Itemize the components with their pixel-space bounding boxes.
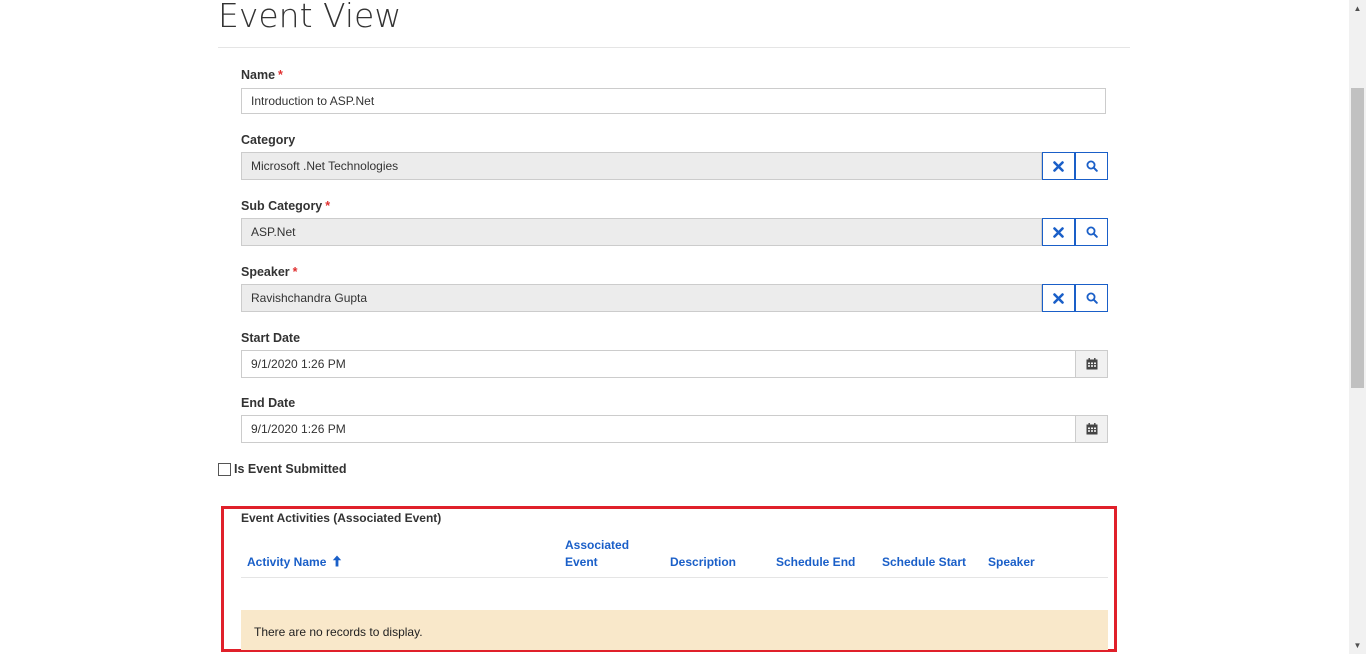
name-input[interactable]: Introduction to ASP.Net — [241, 88, 1106, 114]
speaker-label-text: Speaker — [241, 265, 290, 279]
speaker-clear-button[interactable] — [1042, 284, 1075, 312]
sub-category-label: Sub Category * — [241, 199, 330, 213]
end-date-input[interactable]: 9/1/2020 1:26 PM — [241, 415, 1076, 443]
is-event-submitted-checkbox[interactable] — [218, 462, 231, 476]
sub-category-search-button[interactable] — [1075, 218, 1108, 246]
page-title: Event View — [218, 0, 402, 35]
speaker-value: Ravishchandra Gupta — [251, 291, 368, 305]
is-event-submitted-label: Is Event Submitted — [234, 462, 347, 476]
required-mark: * — [292, 265, 298, 279]
is-event-submitted-row: Is Event Submitted — [218, 461, 347, 477]
start-date-calendar-button[interactable] — [1075, 350, 1108, 378]
name-label: Name * — [241, 68, 283, 82]
end-date-value: 9/1/2020 1:26 PM — [251, 422, 346, 436]
start-date-label-text: Start Date — [241, 331, 301, 345]
category-lookup-input[interactable]: Microsoft .Net Technologies — [241, 152, 1042, 180]
sub-category-label-text: Sub Category — [241, 199, 323, 213]
category-clear-button[interactable] — [1042, 152, 1075, 180]
close-icon — [1053, 160, 1064, 172]
no-records-message: There are no records to display. — [241, 610, 1108, 650]
end-date-label: End Date — [241, 396, 295, 410]
start-date-label: Start Date — [241, 331, 300, 345]
category-label-text: Category — [241, 133, 296, 147]
scrollbar-thumb[interactable] — [1351, 88, 1364, 388]
subgrid-header-divider — [241, 577, 1108, 578]
column-header-activity-name[interactable]: Activity Name — [247, 554, 342, 571]
speaker-label: Speaker * — [241, 265, 298, 279]
end-date-calendar-button[interactable] — [1075, 415, 1108, 443]
name-input-value: Introduction to ASP.Net — [251, 94, 375, 108]
column-header-speaker[interactable]: Speaker — [988, 554, 1035, 571]
column-header-label: Activity Name — [247, 555, 327, 569]
speaker-search-button[interactable] — [1075, 284, 1108, 312]
close-icon — [1053, 292, 1064, 304]
name-label-text: Name — [241, 68, 276, 82]
column-header-label-line2: Event — [565, 555, 598, 569]
sub-category-clear-button[interactable] — [1042, 218, 1075, 246]
sub-category-lookup-input[interactable]: ASP.Net — [241, 218, 1042, 246]
column-header-label-line1: Associated — [565, 538, 630, 552]
close-icon — [1053, 226, 1064, 238]
column-header-schedule-end[interactable]: Schedule End — [776, 554, 855, 571]
sub-category-value: ASP.Net — [251, 225, 296, 239]
required-mark: * — [278, 68, 283, 82]
scroll-up-arrow-icon[interactable]: ▲ — [1349, 0, 1366, 17]
speaker-lookup-input[interactable]: Ravishchandra Gupta — [241, 284, 1042, 312]
required-mark: * — [325, 199, 331, 213]
event-view-page: Event View Name * Introduction to ASP.Net… — [0, 0, 1366, 654]
title-divider — [218, 47, 1130, 48]
search-icon — [1086, 292, 1098, 304]
calendar-icon — [1086, 423, 1097, 435]
start-date-input[interactable]: 9/1/2020 1:26 PM — [241, 350, 1076, 378]
start-date-value: 9/1/2020 1:26 PM — [251, 357, 346, 371]
column-header-associated-event[interactable]: Associated Event — [565, 537, 629, 571]
arrow-up-icon — [332, 555, 341, 567]
category-value: Microsoft .Net Technologies — [251, 159, 399, 173]
category-label: Category — [241, 133, 295, 147]
category-search-button[interactable] — [1075, 152, 1108, 180]
subgrid-title: Event Activities (Associated Event) — [241, 511, 442, 525]
calendar-icon — [1086, 358, 1097, 370]
search-icon — [1086, 160, 1098, 172]
end-date-label-text: End Date — [241, 396, 296, 410]
vertical-scrollbar[interactable]: ▲ ▼ — [1349, 0, 1366, 654]
column-header-description[interactable]: Description — [670, 554, 736, 571]
column-header-schedule-start[interactable]: Schedule Start — [882, 554, 966, 571]
search-icon — [1086, 226, 1098, 238]
scroll-down-arrow-icon[interactable]: ▼ — [1349, 637, 1366, 654]
